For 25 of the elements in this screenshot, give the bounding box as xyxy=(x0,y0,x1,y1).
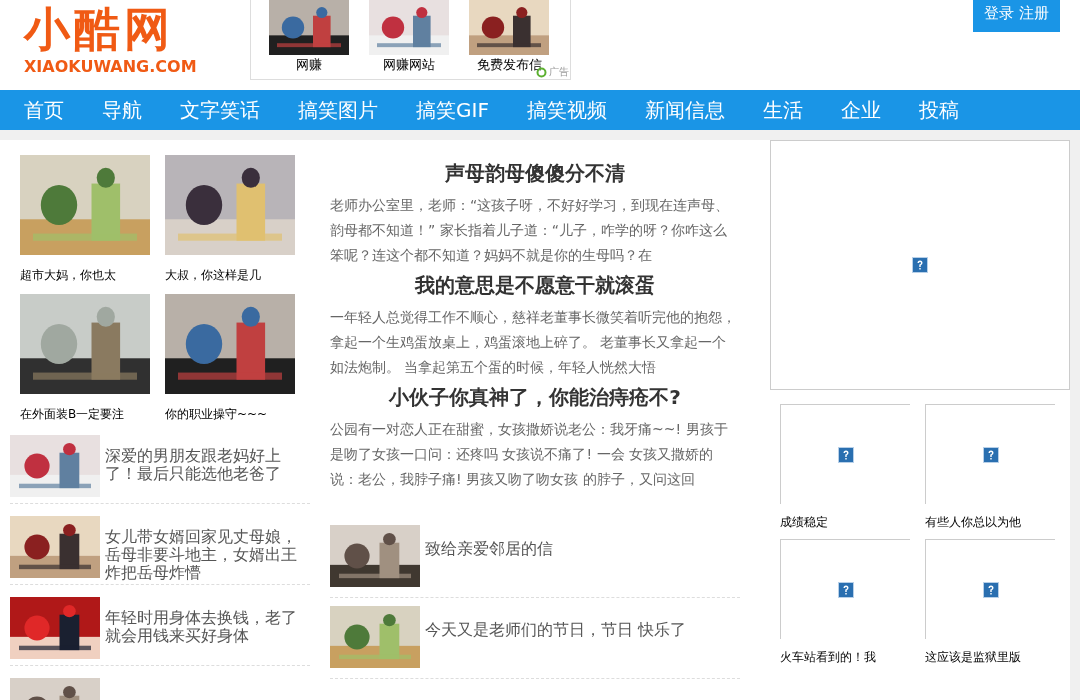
image-caption[interactable]: 这应该是监狱里版 xyxy=(925,649,1070,666)
broken-image-icon xyxy=(837,581,854,598)
joke-text: 一年轻人总觉得工作不顺心，慈祥老董事长微笑着听完他的抱怨，拿起一个生鸡蛋放桌上，鸡蛋滚地上碎了。 老董事长又拿起一个如法炮制。 当拿起第五个蛋的时候，年轻人恍然大悟 xyxy=(330,308,737,377)
image-caption[interactable]: 大叔，你这样是几 xyxy=(165,267,310,284)
article-link[interactable]: 今天又是老师们的节日，节日 快乐了 xyxy=(425,620,687,668)
ad-label[interactable]: 网赚网站 xyxy=(383,56,435,74)
broken-image-icon xyxy=(837,446,854,463)
image-caption[interactable]: 在外面装B一定要注 xyxy=(20,406,165,423)
joke-text: 老师办公室里，老师：“这孩子呀，不好好学习，到现在连声母、韵母都不知道！” 家长指着儿子道：“儿子，咋学的呀？你咋这么笨呢？连这个都不知道？妈妈不就是你的生母吗？在 xyxy=(330,196,731,265)
article-link[interactable]: 年轻时用身体去换钱，老了就会用钱来买好身体 xyxy=(105,609,305,659)
image-caption[interactable]: 火车站看到的！我 xyxy=(780,649,925,666)
article-link[interactable]: 致给亲爱邻居的信 xyxy=(425,539,553,587)
image-caption[interactable]: 你的职业操守~~~ xyxy=(165,406,310,423)
joke-title[interactable]: 声母韵母傻傻分不清 xyxy=(330,160,740,187)
broken-image-icon xyxy=(982,581,999,598)
joke-title[interactable]: 小伙子你真神了，你能治痔疮不? xyxy=(330,384,740,411)
broken-image-icon xyxy=(982,446,999,463)
joke-text: 公园有一对恋人正在甜蜜，女孩撒娇说老公：我牙痛~~! 男孩于是吻了女孩一口问：还疼吗 女孩说不痛了! 一会 女孩又撒娇的说：老公，我脖子痛! 男孩又吻了吻女孩 的脖子，又问这回 xyxy=(330,420,729,489)
image-caption[interactable]: 超市大妈，你也太 xyxy=(20,267,165,284)
broken-image-icon xyxy=(912,257,928,273)
ad-label[interactable]: 网赚 xyxy=(296,56,322,74)
image-caption[interactable]: 有些人你总以为他 xyxy=(925,514,1070,531)
image-caption[interactable]: 成绩稳定 xyxy=(780,514,925,531)
article-link[interactable]: 深爱的男朋友跟老妈好上了！最后只能选他老爸了 xyxy=(105,447,305,497)
joke-title[interactable]: 我的意思是不愿意干就滚蛋 xyxy=(330,272,740,299)
